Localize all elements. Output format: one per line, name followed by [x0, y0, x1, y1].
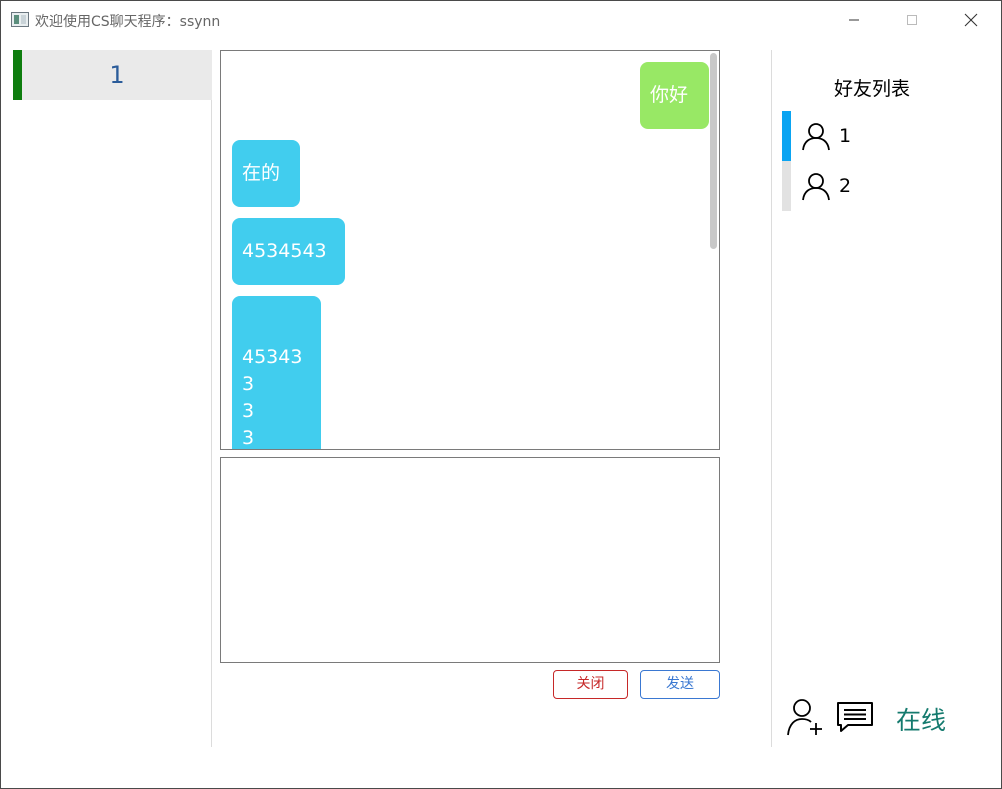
minimize-icon — [849, 19, 859, 21]
close-window-button[interactable] — [948, 5, 994, 35]
minimize-button[interactable] — [831, 5, 877, 35]
friend-name: 1 — [839, 125, 852, 147]
active-conversation-indicator — [13, 50, 22, 100]
friend-name: 2 — [839, 175, 852, 197]
close-button[interactable]: 关闭 — [553, 670, 628, 699]
title-bar[interactable]: 欢迎使用CS聊天程序：ssynn — [1, 1, 1001, 39]
add-user-icon[interactable] — [786, 697, 824, 737]
message-input[interactable] — [220, 457, 720, 663]
user-icon — [802, 123, 830, 151]
message-bubble-received: 45343 3 3 3 — [232, 296, 321, 449]
window-title: 欢迎使用CS聊天程序：ssynn — [35, 14, 221, 30]
friend-marker — [782, 161, 791, 211]
conversation-list: 1 — [13, 50, 212, 747]
chat-window: 欢迎使用CS聊天程序：ssynn 1 你好 在的 4534543 45343 3… — [0, 0, 1002, 789]
friend-selected-marker — [782, 111, 791, 161]
message-bubble-sent: 你好 — [640, 62, 709, 129]
close-icon — [964, 13, 978, 27]
message-scrollbar[interactable] — [710, 53, 717, 249]
app-icon — [11, 12, 29, 27]
friend-item[interactable]: 1 — [782, 111, 962, 161]
user-icon — [802, 173, 830, 201]
friend-list-title: 好友列表 — [833, 78, 910, 100]
message-view[interactable]: 你好 在的 4534543 45343 3 3 3 — [220, 50, 720, 450]
send-button[interactable]: 发送 — [640, 670, 720, 699]
friend-item[interactable]: 2 — [782, 161, 962, 211]
conversation-name: 1 — [109, 61, 125, 89]
message-bubble-received: 4534543 — [232, 218, 345, 285]
maximize-icon — [907, 15, 917, 25]
maximize-button[interactable] — [889, 5, 935, 35]
online-status[interactable]: 在线 — [896, 701, 946, 737]
message-bubble-received: 在的 — [232, 140, 300, 207]
message-icon[interactable] — [836, 701, 874, 733]
panel-divider — [771, 50, 772, 747]
conversation-item[interactable]: 1 — [13, 50, 212, 100]
